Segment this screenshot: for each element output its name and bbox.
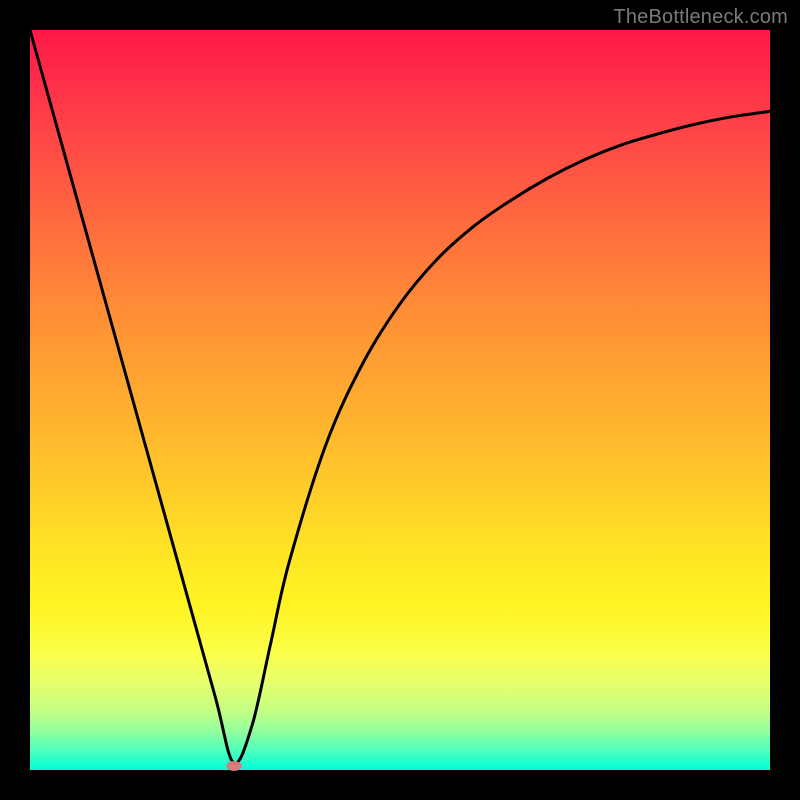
plot-area	[30, 30, 770, 770]
watermark-label: TheBottleneck.com	[613, 6, 788, 29]
chart-frame: TheBottleneck.com	[0, 0, 800, 800]
curve-svg	[30, 30, 770, 770]
bottleneck-curve-path	[30, 30, 770, 763]
minimum-marker	[226, 761, 242, 771]
